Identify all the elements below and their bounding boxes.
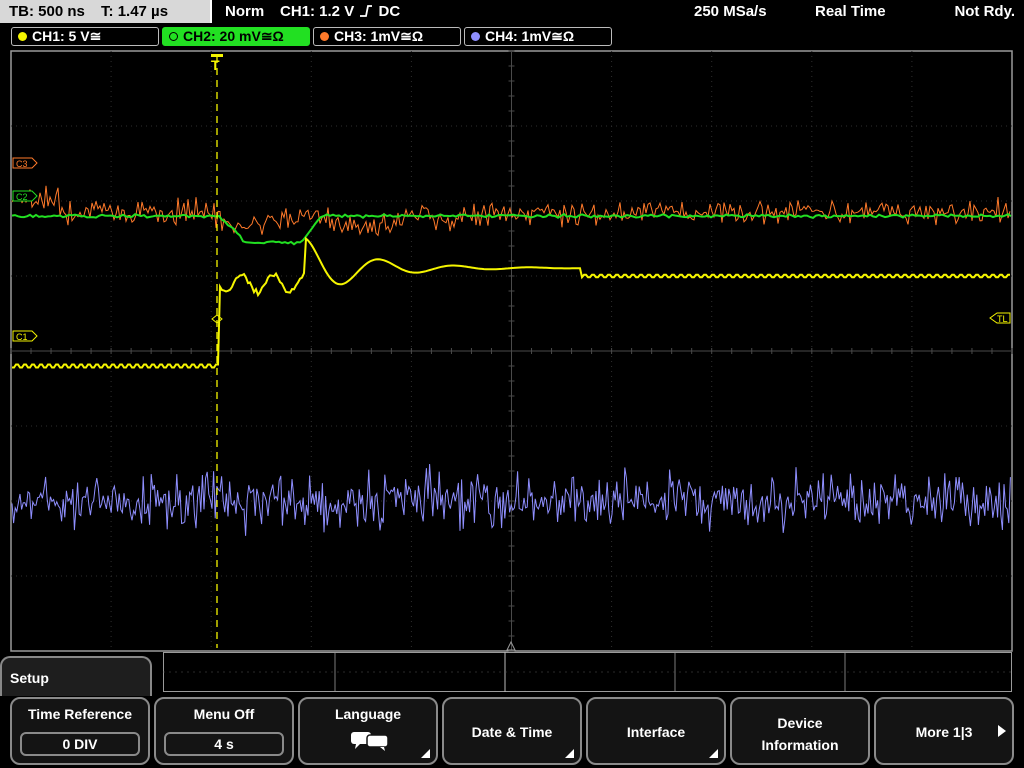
ch4-label: CH4: 1mV: [485, 28, 552, 44]
time-reference-button[interactable]: Time Reference 0 DIV: [10, 697, 150, 765]
ch1-label: CH1: 5 V: [32, 28, 90, 44]
menu-off-value[interactable]: 4 s: [164, 732, 284, 756]
date-time-button[interactable]: Date & Time: [442, 697, 582, 765]
device-information-label: Device Information: [732, 712, 868, 756]
ch4-coupling-icon: ≅Ω: [551, 28, 575, 44]
ch2-marker-label: C2: [16, 192, 28, 202]
menu-off-label: Menu Off: [193, 706, 255, 722]
svg-text:T: T: [211, 57, 220, 73]
submenu-indicator-icon: [421, 749, 430, 758]
submenu-indicator-icon: [565, 749, 574, 758]
ch1-color-dot: [18, 32, 27, 41]
acquisition-state: Not Rdy.: [954, 3, 1015, 20]
rising-edge-icon: [360, 5, 373, 17]
status-bar: TB: 500 ns T: 1.47 µs Norm CH1: 1.2 V DC…: [0, 0, 1024, 24]
menu-title: Setup: [10, 670, 49, 686]
ch3-coupling-icon: ≅Ω: [400, 28, 424, 44]
menu-grid-strip: [163, 652, 1012, 692]
more-button[interactable]: More 1|3: [874, 697, 1014, 765]
trigger-source[interactable]: CH1: 1.2 V DC: [280, 0, 400, 23]
language-label: Language: [334, 706, 402, 722]
language-button[interactable]: Language: [298, 697, 438, 765]
submenu-indicator-icon: [709, 749, 718, 758]
ch4-color-dot: [471, 32, 480, 41]
channel-tab-ch3[interactable]: CH3: 1mV≅Ω: [313, 27, 461, 46]
ch1-coupling-icon: ≅: [89, 28, 102, 44]
trigger-source-label: CH1: 1.2 V: [280, 3, 355, 20]
ch2-label: CH2: 20 mV: [183, 28, 261, 44]
channel-tab-ch1[interactable]: CH1: 5 V≅: [11, 27, 159, 46]
device-information-line2: Information: [761, 737, 839, 753]
more-label: More 1|3: [915, 724, 973, 740]
waveform-display[interactable]: T C3 C2 C1 TL: [0, 48, 1024, 652]
next-page-icon: [998, 725, 1006, 737]
acquisition-mode[interactable]: Real Time: [815, 0, 886, 23]
trigger-level-label: TL: [997, 314, 1008, 324]
menu-title-tab: Setup: [0, 656, 152, 696]
speech-bubbles-icon: [351, 732, 389, 751]
time-reference-label: Time Reference: [27, 706, 132, 722]
timebase-box[interactable]: TB: 500 ns T: 1.47 µs: [0, 0, 212, 23]
date-time-label: Date & Time: [471, 724, 553, 740]
ch3-marker-label: C3: [16, 159, 28, 169]
menu-off-button[interactable]: Menu Off 4 s: [154, 697, 294, 765]
interface-label: Interface: [626, 724, 686, 740]
ch3-label: CH3: 1mV: [334, 28, 401, 44]
ch2-color-dot: [169, 32, 178, 41]
ch2-coupling-icon: ≅Ω: [260, 28, 284, 44]
ch1-marker-label: C1: [16, 332, 28, 342]
channel-tab-ch4[interactable]: CH4: 1mV≅Ω: [464, 27, 612, 46]
ch3-color-dot: [320, 32, 329, 41]
device-information-button[interactable]: Device Information: [730, 697, 870, 765]
trigger-coupling: DC: [378, 3, 401, 20]
channel-tab-ch2[interactable]: CH2: 20 mV≅Ω: [162, 27, 310, 46]
sample-rate: 250 MSa/s: [694, 3, 767, 20]
timebase-value: TB: 500 ns: [9, 3, 85, 20]
time-reference-value[interactable]: 0 DIV: [20, 732, 140, 756]
device-information-line1: Device: [777, 715, 823, 731]
trigger-mode[interactable]: Norm: [225, 0, 264, 23]
trigger-time-value: T: 1.47 µs: [101, 3, 169, 20]
interface-button[interactable]: Interface: [586, 697, 726, 765]
